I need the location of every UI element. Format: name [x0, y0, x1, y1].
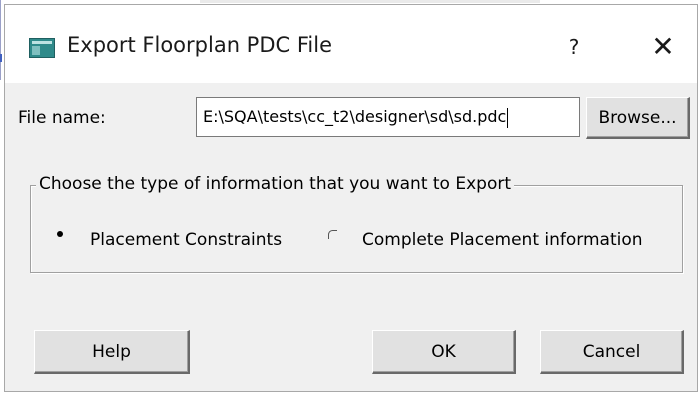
placement-constraints-label[interactable]: Placement Constraints	[90, 230, 282, 250]
cancel-button[interactable]: Cancel	[540, 330, 684, 374]
help-icon[interactable]: ?	[553, 25, 595, 69]
radio-selected-dot-icon	[57, 231, 63, 237]
file-name-label: File name:	[18, 108, 106, 128]
radio-placement-constraints[interactable]	[52, 226, 68, 242]
help-button[interactable]: Help	[34, 330, 190, 374]
file-name-value: E:\SQA\tests\cc_t2\designer\sd\sd.pdc	[203, 107, 507, 126]
text-caret	[507, 107, 509, 128]
file-name-input[interactable]: E:\SQA\tests\cc_t2\designer\sd\sd.pdc	[196, 97, 580, 137]
close-icon[interactable]: ✕	[639, 25, 687, 69]
background-window-strip	[200, 0, 540, 3]
complete-placement-label[interactable]: Complete Placement information	[362, 230, 643, 250]
export-type-groupbox	[30, 185, 683, 273]
export-type-legend: Choose the type of information that you …	[36, 174, 515, 194]
ok-button[interactable]: OK	[372, 330, 516, 374]
browse-button[interactable]: Browse...	[586, 97, 690, 139]
app-window-icon	[29, 38, 55, 58]
title-bar[interactable]: Export Floorplan PDC File ? ✕	[5, 5, 697, 83]
radio-unselected-icon	[327, 230, 337, 239]
dialog-title: Export Floorplan PDC File	[67, 33, 332, 57]
radio-complete-placement[interactable]	[324, 226, 340, 242]
